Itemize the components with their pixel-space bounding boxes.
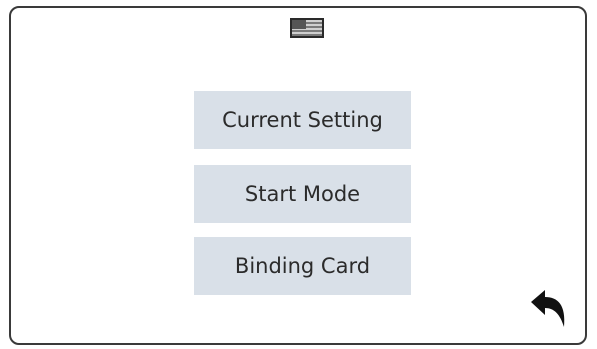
current-setting-label: Current Setting (222, 108, 383, 132)
back-arrow-icon (531, 290, 565, 327)
binding-card-label: Binding Card (234, 254, 371, 278)
us-flag-icon[interactable] (290, 18, 324, 38)
binding-card-button[interactable]: Binding Card (194, 237, 411, 295)
back-button[interactable] (527, 286, 571, 330)
current-setting-button[interactable]: Current Setting (194, 91, 411, 149)
flag-canton (292, 20, 306, 29)
device-screen: Current Setting Start Mode Binding Card (9, 6, 587, 345)
start-mode-label: Start Mode (244, 182, 361, 206)
flag-stripe (292, 30, 322, 32)
start-mode-button[interactable]: Start Mode (194, 165, 411, 223)
flag-stripe (292, 34, 322, 36)
